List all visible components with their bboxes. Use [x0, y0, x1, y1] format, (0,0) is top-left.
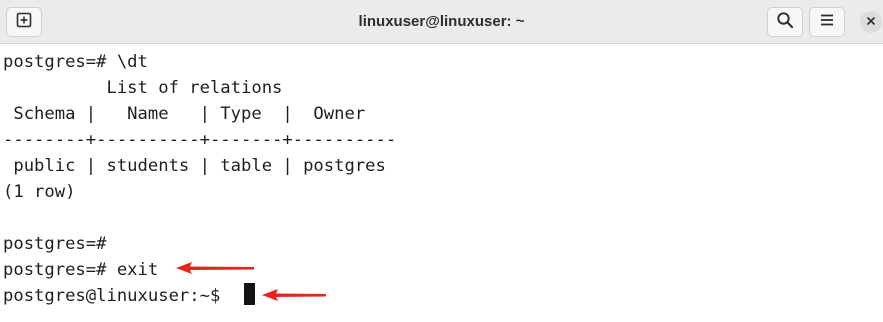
terminal-line-table-row: public | students | table | postgres	[3, 156, 386, 176]
terminal-line-table-header: Schema | Name | Type | Owner	[3, 104, 366, 124]
terminal-cursor	[244, 283, 255, 305]
title-bar: linuxuser@linuxuser: ~	[0, 0, 883, 44]
close-button[interactable]	[860, 11, 882, 33]
terminal-line-shell-prompt: postgres@linuxuser:~$	[3, 286, 231, 306]
terminal-line-table-separator: --------+----------+-------+----------	[3, 130, 397, 150]
terminal-window: linuxuser@linuxuser: ~ postgres=# \dt Li…	[0, 0, 883, 322]
terminal-line-exit-command: postgres=# exit	[3, 260, 159, 280]
search-button[interactable]	[767, 7, 803, 37]
terminal-line-command-dt: postgres=# \dt	[3, 52, 148, 72]
terminal-output[interactable]: postgres=# \dt List of relations Schema …	[0, 44, 883, 322]
hamburger-menu-icon	[819, 13, 835, 32]
arrow-annotation-prompt-icon	[262, 289, 326, 301]
terminal-line-row-count: (1 row)	[3, 182, 76, 202]
new-tab-icon	[16, 12, 32, 33]
window-title: linuxuser@linuxuser: ~	[358, 13, 525, 30]
search-icon	[776, 11, 794, 34]
menu-button[interactable]	[809, 7, 845, 37]
terminal-line-prompt: postgres=#	[3, 234, 107, 254]
new-tab-button[interactable]	[6, 7, 42, 37]
terminal-line-table-title: List of relations	[3, 78, 283, 98]
close-icon	[866, 13, 876, 31]
arrow-annotation-exit-icon	[176, 262, 254, 274]
